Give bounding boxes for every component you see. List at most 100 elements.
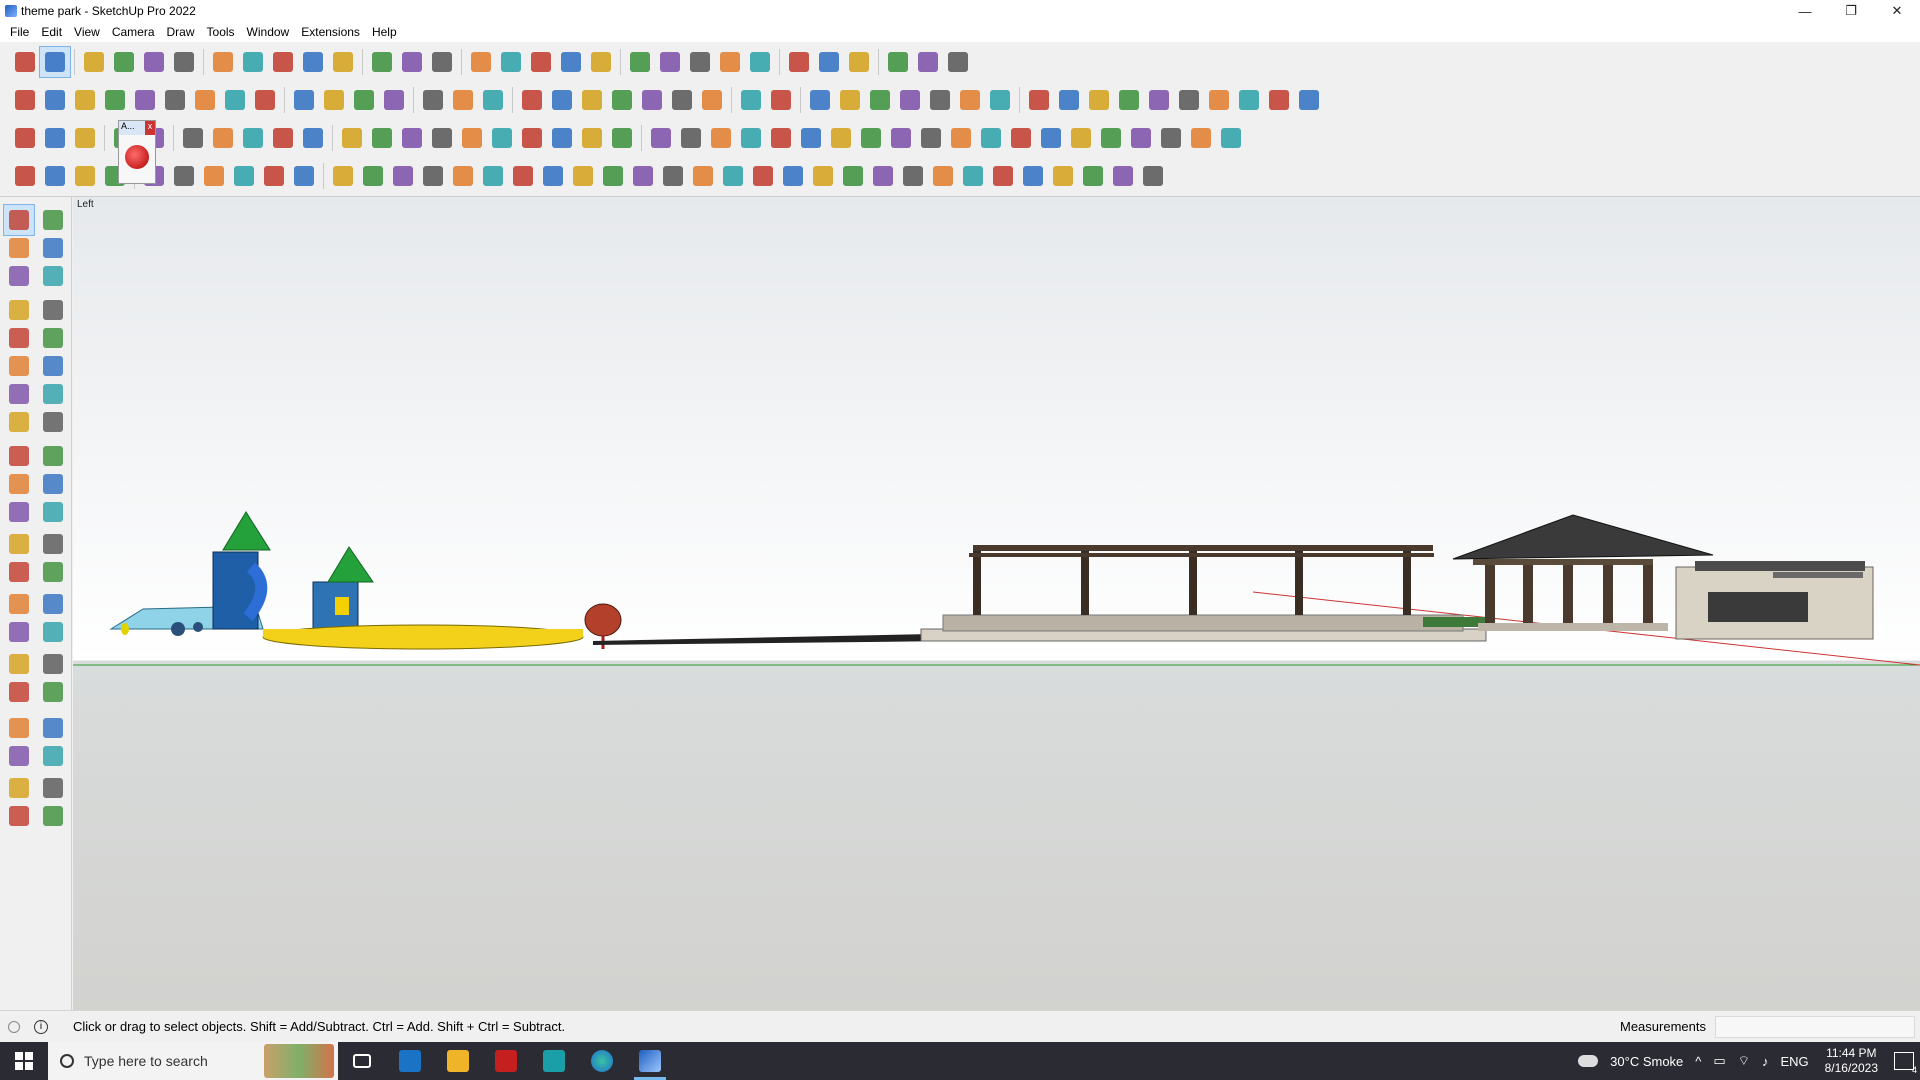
tape-button[interactable]	[367, 47, 397, 77]
rotate-button[interactable]	[298, 47, 328, 77]
r3-circle-button[interactable]	[826, 123, 856, 153]
back-edges-button[interactable]	[319, 85, 349, 115]
r3-bezier-button[interactable]	[946, 123, 976, 153]
r3-monochrome-button[interactable]	[487, 123, 517, 153]
pie-tool-button[interactable]	[38, 407, 68, 437]
3ds-max-app[interactable]	[530, 1042, 578, 1080]
r3-back-edges-button[interactable]	[337, 123, 367, 153]
r3-hidden-line-button[interactable]	[397, 123, 427, 153]
components-button[interactable]	[715, 47, 745, 77]
r3-tool-d-button[interactable]	[1096, 123, 1126, 153]
r4-union-button[interactable]	[1018, 161, 1048, 191]
component-tool-button[interactable]	[4, 261, 34, 291]
r4-rectangle-button[interactable]	[169, 161, 199, 191]
orbit-tool-button[interactable]	[38, 205, 68, 235]
ellipse-button[interactable]	[865, 85, 895, 115]
r3-tool-g-button[interactable]	[1186, 123, 1216, 153]
tool-j-button[interactable]	[1294, 85, 1324, 115]
freehand-tool-button[interactable]	[38, 295, 68, 325]
r4-split-button[interactable]	[1108, 161, 1138, 191]
extension-warehouse-button[interactable]	[814, 47, 844, 77]
follow-button[interactable]	[220, 85, 250, 115]
paint-button[interactable]	[427, 47, 457, 77]
r4-follow-button[interactable]	[1138, 161, 1168, 191]
r4-redo-button[interactable]	[868, 161, 898, 191]
section-button[interactable]	[625, 47, 655, 77]
volume-icon[interactable]: ♪	[1762, 1054, 1769, 1069]
outliner-tool-button[interactable]	[38, 801, 68, 831]
solid-tools-button[interactable]	[10, 85, 40, 115]
menu-view[interactable]: View	[68, 22, 106, 42]
push-pull-tool-button[interactable]	[38, 441, 68, 471]
polygon-button[interactable]	[805, 85, 835, 115]
styles-tool-button[interactable]	[38, 773, 68, 803]
r4-3d-warehouse-button[interactable]	[718, 161, 748, 191]
menu-window[interactable]: Window	[241, 22, 296, 42]
language-indicator[interactable]: ENG	[1780, 1054, 1808, 1069]
r4-zoom-extents-button[interactable]	[538, 161, 568, 191]
r3-curve-button[interactable]	[976, 123, 1006, 153]
sandbox-button[interactable]	[844, 47, 874, 77]
tool-i-button[interactable]	[1264, 85, 1294, 115]
r4-solid-tools-button[interactable]	[928, 161, 958, 191]
text-tool-button[interactable]	[38, 557, 68, 587]
r3-x-ray-button[interactable]	[298, 123, 328, 153]
r4-subtract-button[interactable]	[1048, 161, 1078, 191]
top-view-button[interactable]	[547, 85, 577, 115]
scale-tool-button[interactable]	[4, 497, 34, 527]
ruby-button[interactable]	[943, 47, 973, 77]
styles-button[interactable]	[685, 47, 715, 77]
3d-text-tool-button[interactable]	[38, 589, 68, 619]
wireframe-button[interactable]	[349, 85, 379, 115]
r4-select-button[interactable]	[40, 161, 70, 191]
eraser-tool-button[interactable]	[38, 233, 68, 263]
layers-tool-button[interactable]	[4, 801, 34, 831]
paint-bucket-tool-button[interactable]	[4, 233, 34, 263]
tool-h-button[interactable]	[1234, 85, 1264, 115]
previous-view-tool-button[interactable]	[38, 677, 68, 707]
rotate-tool-button[interactable]	[4, 469, 34, 499]
freehand-button[interactable]	[139, 47, 169, 77]
menu-draw[interactable]: Draw	[161, 22, 201, 42]
camera-button[interactable]	[586, 47, 616, 77]
file-explorer-app[interactable]	[434, 1042, 482, 1080]
tag-tool-button[interactable]	[38, 261, 68, 291]
right-view-button[interactable]	[607, 85, 637, 115]
two-point-arc-tool-button[interactable]	[38, 379, 68, 409]
taskbar-search[interactable]: Type here to search	[48, 1042, 338, 1080]
select-button[interactable]	[39, 46, 71, 78]
r4-follow-me-button[interactable]	[229, 161, 259, 191]
curve-button[interactable]	[985, 85, 1015, 115]
menu-edit[interactable]: Edit	[35, 22, 68, 42]
r4-layers-button[interactable]	[628, 161, 658, 191]
layers-button[interactable]	[655, 47, 685, 77]
r3-section-plane-button[interactable]	[706, 123, 736, 153]
r3-tool-f-button[interactable]	[1156, 123, 1186, 153]
rotated-rect-tool-button[interactable]	[38, 323, 68, 353]
tool-a-button[interactable]	[1024, 85, 1054, 115]
rectangle-tool-button[interactable]	[4, 323, 34, 353]
clock[interactable]: 11:44 PM 8/16/2023	[1825, 1046, 1878, 1076]
r4-zoom-button[interactable]	[10, 161, 40, 191]
three-point-arc-tool-button[interactable]	[4, 407, 34, 437]
arc-tool-button[interactable]	[4, 379, 34, 409]
monochrome-button[interactable]	[478, 85, 508, 115]
circle-tool-button[interactable]	[4, 351, 34, 381]
x-ray-button[interactable]	[289, 85, 319, 115]
r3-tool-b-button[interactable]	[1036, 123, 1066, 153]
r4-paint-button[interactable]	[418, 161, 448, 191]
edge-app[interactable]	[578, 1042, 626, 1080]
split-button[interactable]	[190, 85, 220, 115]
r3-right-view-button[interactable]	[607, 123, 637, 153]
menu-camera[interactable]: Camera	[106, 22, 161, 42]
iso-view-button[interactable]	[517, 85, 547, 115]
tool-b-button[interactable]	[1054, 85, 1084, 115]
display-section-button[interactable]	[736, 85, 766, 115]
move-tool-button[interactable]	[4, 441, 34, 471]
chevron-up-icon[interactable]: ^	[1695, 1054, 1701, 1069]
r4-pan-button[interactable]	[478, 161, 508, 191]
circle-button[interactable]	[835, 85, 865, 115]
r3-left-view-button[interactable]	[676, 123, 706, 153]
left-view-button[interactable]	[667, 85, 697, 115]
r4-push-pull-button[interactable]	[199, 161, 229, 191]
